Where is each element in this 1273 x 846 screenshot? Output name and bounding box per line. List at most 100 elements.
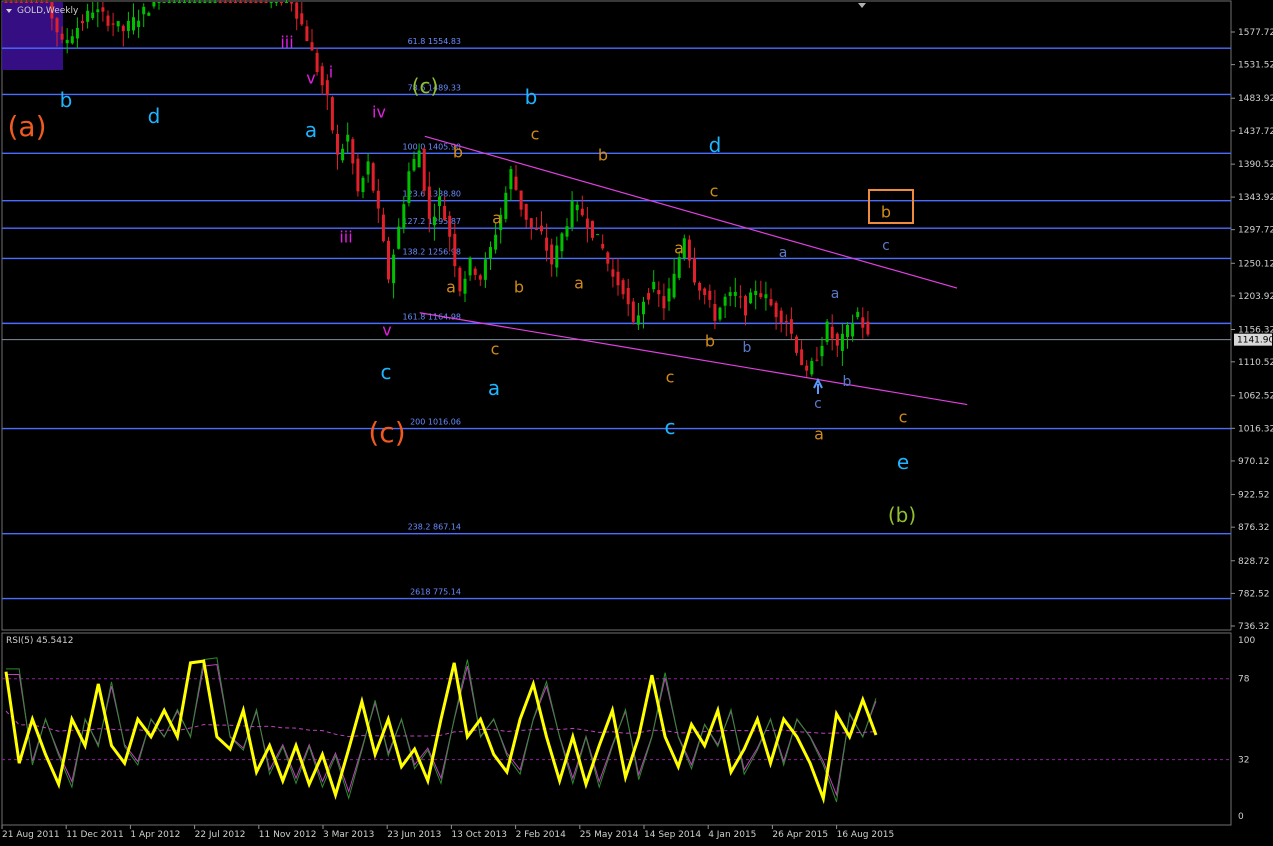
fib-level-label: 238.2 867.14 <box>408 523 461 532</box>
candle-body <box>545 237 549 251</box>
candle-body <box>458 267 462 292</box>
wave-label: b <box>705 332 715 351</box>
candle-body <box>601 243 605 249</box>
wave-label: iv <box>372 103 386 122</box>
candle-body <box>611 269 615 277</box>
candle-body <box>290 2 294 4</box>
wave-label: a <box>488 376 500 400</box>
candle-body <box>856 311 860 317</box>
candle-body <box>137 20 141 28</box>
wave-label: b <box>881 203 891 222</box>
candle-body <box>718 307 722 320</box>
candle-body <box>810 360 814 375</box>
candle-body <box>412 158 416 171</box>
wave-label: (a) <box>7 110 46 143</box>
candle-body <box>575 204 579 211</box>
wave-label: c <box>899 408 908 427</box>
candle-body <box>489 247 492 259</box>
candle-body <box>19 2 23 3</box>
candle-body <box>769 299 773 306</box>
candle-body <box>402 204 406 229</box>
price-tick-label: 782.52 <box>1238 589 1270 599</box>
candle-body <box>208 2 212 3</box>
rsi-tick-label: 100 <box>1238 636 1255 646</box>
candle-body <box>4 2 8 3</box>
candle-body <box>65 39 69 44</box>
wave-label: a <box>674 239 684 258</box>
candle-body <box>647 292 651 300</box>
candle-body <box>320 66 324 86</box>
candle-body <box>417 150 421 168</box>
price-tick-label: 1343.92 <box>1238 193 1273 203</box>
candle-body <box>728 292 732 296</box>
candle-body <box>529 218 533 228</box>
current-price-value: 1141.90 <box>1237 336 1273 346</box>
candle-body <box>86 10 90 22</box>
candle-body <box>749 292 753 304</box>
candle-body <box>438 196 441 206</box>
wave-label: b <box>60 88 73 112</box>
candle-body <box>540 225 543 232</box>
candle-body <box>381 214 385 242</box>
candle-body <box>157 2 161 3</box>
price-tick-label: 828.72 <box>1238 557 1270 567</box>
candle-body <box>279 2 283 3</box>
candle-body <box>422 148 426 191</box>
fib-level-label: 127.2 1295.87 <box>402 217 461 226</box>
time-tick-label: 4 Jan 2015 <box>708 830 756 840</box>
wave-label: iii <box>280 33 293 52</box>
wave-label: b <box>525 85 538 109</box>
time-tick-label: 14 Sep 2014 <box>644 830 701 840</box>
candle-body <box>325 80 329 96</box>
candle-body <box>789 319 793 334</box>
candle-body <box>213 2 217 3</box>
wave-label: c <box>491 340 500 359</box>
price-tick-label: 1577.72 <box>1238 28 1273 38</box>
candle-body <box>524 204 528 220</box>
candle-body <box>259 2 263 3</box>
rsi-tick-label: 78 <box>1238 675 1250 685</box>
fib-level-label: 138.2 1256.98 <box>402 247 461 256</box>
candle-body <box>315 52 319 73</box>
candle-body <box>478 275 482 280</box>
candle-body <box>570 200 574 228</box>
wave-label: (c) <box>412 74 439 98</box>
price-tick-label: 1016.32 <box>1238 424 1273 434</box>
wave-label: (c) <box>368 416 405 449</box>
candle-body <box>341 148 345 161</box>
price-tick-label: 1297.72 <box>1238 226 1273 236</box>
candle-body <box>662 296 666 309</box>
time-tick-label: 11 Dec 2011 <box>66 830 124 840</box>
candle-body <box>397 226 401 249</box>
candle-body <box>183 2 186 3</box>
candle-body <box>30 2 33 3</box>
price-tick-label: 922.52 <box>1238 491 1270 501</box>
wave-label: a <box>574 274 584 293</box>
candle-body <box>708 290 712 300</box>
wave-label: b <box>743 340 752 356</box>
wave-label: v <box>306 69 315 88</box>
candle-body <box>330 97 334 131</box>
window-title: GOLD,Weekly <box>17 6 79 16</box>
wave-label: a <box>831 286 840 302</box>
candle-body <box>835 333 839 346</box>
wave-label: (b) <box>888 503 916 527</box>
candle-body <box>642 301 645 315</box>
candle-body <box>239 2 243 3</box>
candle-body <box>534 228 538 230</box>
candle-body <box>188 2 192 3</box>
candle-body <box>779 310 783 323</box>
time-tick-label: 21 Aug 2011 <box>2 830 60 840</box>
candle-body <box>269 2 273 3</box>
candle-body <box>596 234 600 236</box>
gold-weekly-chart[interactable]: 61.8 1554.8378.6 1489.33100.0 1405.90123… <box>0 0 1273 846</box>
wave-label: v <box>382 321 391 340</box>
candle-body <box>519 190 523 210</box>
wave-label: a <box>492 209 502 228</box>
candle-body <box>300 13 304 25</box>
candle-body <box>126 20 130 31</box>
rsi-label: RSI(5) 45.5412 <box>6 636 73 646</box>
candle-body <box>580 208 584 216</box>
candle-body <box>285 2 288 3</box>
candle-body <box>443 205 447 220</box>
